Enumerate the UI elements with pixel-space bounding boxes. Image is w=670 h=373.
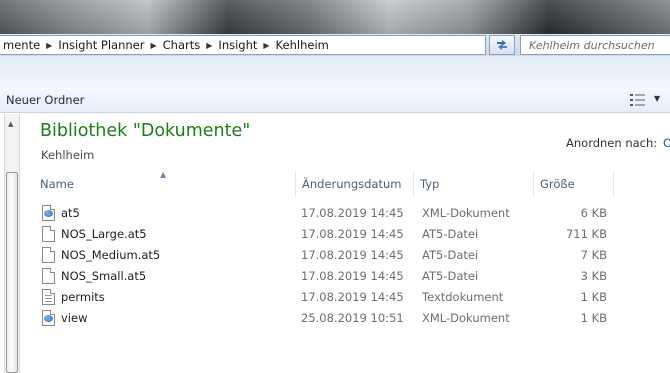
library-title: Bibliothek "Dokumente" bbox=[40, 121, 251, 141]
breadcrumb-item[interactable]: Insight Planner ▶ bbox=[55, 36, 159, 54]
file-size: 7 KB bbox=[580, 247, 607, 262]
file-type: XML-Dokument bbox=[422, 310, 510, 325]
file-name: NOS_Medium.at5 bbox=[61, 247, 161, 262]
chevron-right-icon[interactable]: ▶ bbox=[151, 41, 157, 50]
file-date: 17.08.2019 14:45 bbox=[301, 247, 404, 262]
file-type: AT5-Datei bbox=[422, 247, 479, 262]
file-row[interactable]: view 25.08.2019 10:51 XML-Dokument 1 KB bbox=[20, 307, 670, 328]
column-header-name[interactable]: Name bbox=[34, 172, 296, 196]
file-row[interactable]: NOS_Small.at5 17.08.2019 14:45 AT5-Datei… bbox=[20, 265, 670, 286]
file-name: at5 bbox=[61, 205, 80, 220]
file-name: NOS_Small.at5 bbox=[61, 268, 147, 283]
scroll-up-icon[interactable]: ▲ bbox=[8, 120, 13, 128]
file-size: 711 KB bbox=[565, 226, 607, 241]
xml-file-icon bbox=[42, 204, 56, 221]
file-date: 17.08.2019 14:45 bbox=[301, 205, 404, 220]
file-date: 17.08.2019 14:45 bbox=[301, 226, 404, 241]
file-type: XML-Dokument bbox=[422, 205, 510, 220]
file-type: Textdokument bbox=[422, 289, 504, 304]
chevron-right-icon[interactable]: ▶ bbox=[46, 41, 52, 50]
arrange-by-value[interactable]: O bbox=[663, 136, 670, 150]
file-name: NOS_Large.at5 bbox=[61, 226, 147, 241]
view-options-icon[interactable] bbox=[629, 93, 647, 107]
breadcrumb[interactable]: mente ▶ Insight Planner ▶ Charts ▶ Insight ▶… bbox=[0, 35, 486, 55]
text-file-icon bbox=[42, 288, 56, 305]
toolbar: Neuer Ordner ▼ bbox=[0, 88, 670, 113]
breadcrumb-item[interactable]: Insight ▶ bbox=[215, 36, 272, 54]
refresh-icon bbox=[497, 40, 507, 50]
file-name: view bbox=[61, 310, 88, 325]
address-bar-row: mente ▶ Insight Planner ▶ Charts ▶ Insight ▶… bbox=[0, 34, 670, 56]
file-date: 17.08.2019 14:45 bbox=[301, 289, 404, 304]
navigation-scrollbar[interactable]: ▲ bbox=[4, 114, 20, 373]
file-list: at5 17.08.2019 14:45 XML-Dokument 6 KB N… bbox=[20, 202, 670, 328]
file-icon bbox=[42, 267, 56, 284]
file-name: permits bbox=[61, 289, 105, 304]
scrollbar-thumb[interactable] bbox=[6, 172, 18, 373]
file-row[interactable]: NOS_Large.at5 17.08.2019 14:45 AT5-Datei… bbox=[20, 223, 670, 244]
file-row[interactable]: permits 17.08.2019 14:45 Textdokument 1 … bbox=[20, 286, 670, 307]
breadcrumb-item[interactable]: Kehlheim bbox=[273, 36, 332, 54]
search-input[interactable]: Kehlheim durchsuchen bbox=[520, 35, 670, 55]
header-band bbox=[0, 56, 670, 88]
file-row[interactable]: at5 17.08.2019 14:45 XML-Dokument 6 KB bbox=[20, 202, 670, 223]
column-header-row: ▲ Name Änderungsdatum Typ Größe bbox=[20, 170, 670, 196]
file-size: 6 KB bbox=[580, 205, 607, 220]
chevron-down-icon[interactable]: ▼ bbox=[654, 94, 660, 103]
xml-file-icon bbox=[42, 309, 56, 326]
chevron-right-icon[interactable]: ▶ bbox=[263, 41, 269, 50]
library-subtitle: Kehlheim bbox=[41, 148, 95, 162]
column-header-date[interactable]: Änderungsdatum bbox=[296, 172, 414, 196]
chevron-right-icon[interactable]: ▶ bbox=[206, 41, 212, 50]
file-date: 17.08.2019 14:45 bbox=[301, 268, 404, 283]
file-type: AT5-Datei bbox=[422, 226, 479, 241]
column-header-type[interactable]: Typ bbox=[414, 172, 534, 196]
new-folder-button[interactable]: Neuer Ordner bbox=[0, 93, 84, 107]
breadcrumb-item[interactable]: mente ▶ bbox=[0, 36, 55, 54]
file-type: AT5-Datei bbox=[422, 268, 479, 283]
arrange-by-label: Anordnen nach: bbox=[566, 136, 658, 150]
file-size: 1 KB bbox=[580, 310, 607, 325]
breadcrumb-item[interactable]: Charts ▶ bbox=[160, 36, 216, 54]
refresh-button[interactable] bbox=[489, 35, 515, 55]
window-title-strip bbox=[0, 0, 670, 34]
file-date: 25.08.2019 10:51 bbox=[301, 310, 404, 325]
file-size: 3 KB bbox=[580, 268, 607, 283]
file-row[interactable]: NOS_Medium.at5 17.08.2019 14:45 AT5-Date… bbox=[20, 244, 670, 265]
column-header-size[interactable]: Größe bbox=[534, 172, 614, 196]
file-icon bbox=[42, 225, 56, 242]
file-icon bbox=[42, 246, 56, 263]
file-size: 1 KB bbox=[580, 289, 607, 304]
